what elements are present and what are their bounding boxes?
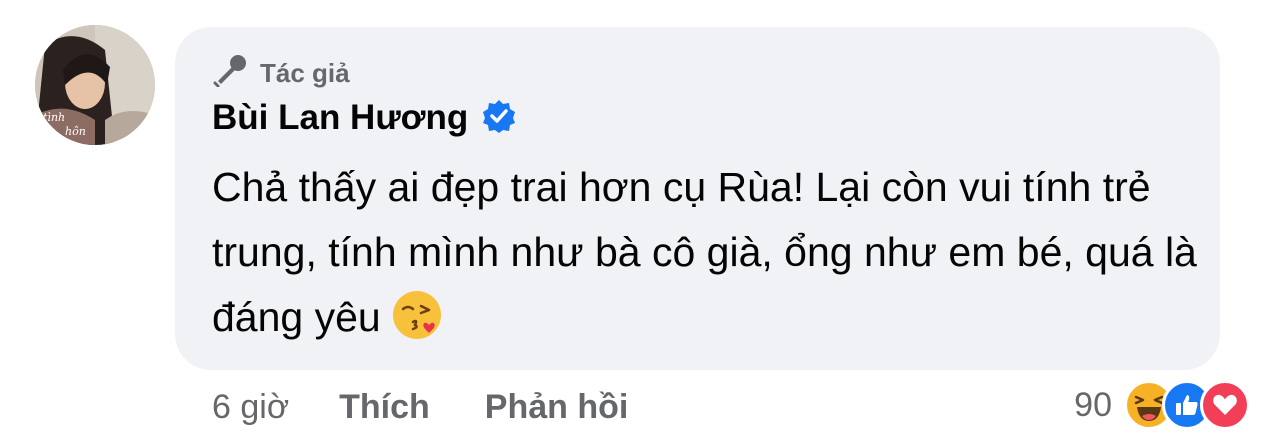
comment-text: Chả thấy ai đẹp trai hơn cụ Rùa! Lại còn… <box>212 155 1202 360</box>
like-button[interactable]: Thích <box>339 388 430 427</box>
author-avatar[interactable]: tình hôn <box>35 25 155 145</box>
author-badge-label: Tác giả <box>260 58 350 88</box>
reaction-count: 90 <box>1074 385 1112 424</box>
reply-button[interactable]: Phản hồi <box>485 388 629 427</box>
face-blowing-kiss-icon <box>391 289 443 360</box>
author-badge: Tác giả <box>212 53 350 94</box>
microphone-icon <box>212 53 250 94</box>
love-icon <box>1200 380 1250 430</box>
svg-text:hôn: hôn <box>65 125 86 138</box>
reactions-summary[interactable]: 90 <box>1074 380 1250 430</box>
svg-text:tình: tình <box>43 111 65 124</box>
comment-timestamp[interactable]: 6 giờ <box>212 388 289 427</box>
author-name[interactable]: Bùi Lan Hương <box>212 98 468 138</box>
verified-badge-icon <box>482 99 516 138</box>
